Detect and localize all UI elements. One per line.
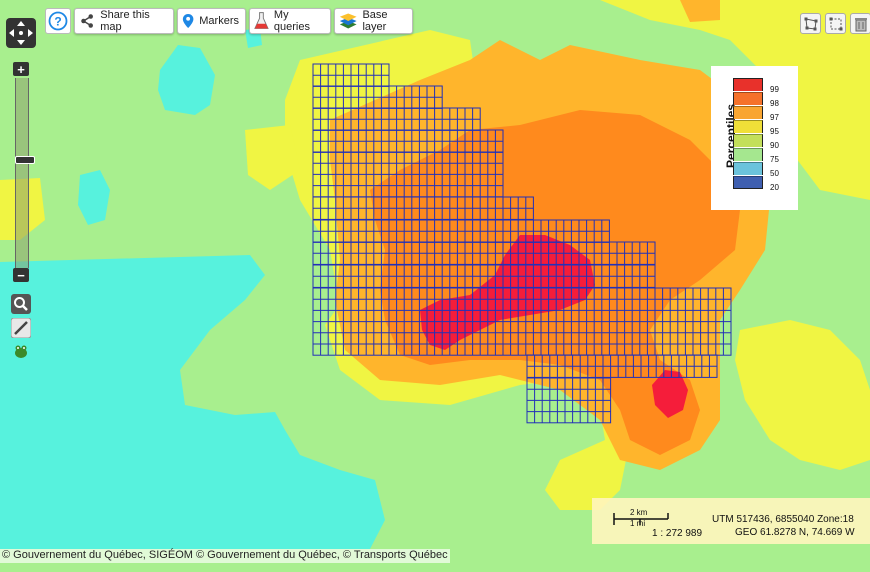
- base-layer-button[interactable]: Base layer: [334, 8, 413, 34]
- utm-coordinates: UTM 517436, 6855040 Zone:18: [712, 514, 854, 525]
- scale-ratio: 1 : 272 989: [652, 528, 703, 539]
- geo-coordinates: GEO 61.8278 N, 74.669 W: [735, 527, 855, 538]
- ruler-icon: [11, 318, 31, 338]
- scale-km-label: 2 km: [630, 508, 648, 517]
- legend-swatch-20: [733, 176, 763, 189]
- polygon-icon: [804, 17, 817, 30]
- legend-label-98: 98: [770, 99, 779, 108]
- legend-swatch-97: [733, 106, 763, 119]
- trash-icon: [854, 17, 867, 31]
- markers-label: Markers: [199, 15, 239, 27]
- layers-icon: [339, 13, 357, 29]
- delete-shape-button[interactable]: [850, 13, 870, 34]
- help-button[interactable]: ?: [45, 8, 71, 34]
- zoom-in-button[interactable]: +: [13, 62, 29, 76]
- share-icon: [81, 14, 93, 28]
- legend-swatch-99: [733, 78, 763, 91]
- legend-swatch-98: [733, 92, 763, 105]
- legend-label-97: 97: [770, 113, 779, 122]
- magnifier-icon: [11, 294, 31, 314]
- legend-label-99: 99: [770, 85, 779, 94]
- markers-button[interactable]: Markers: [177, 8, 246, 34]
- scale-coordinates-panel: 2 km 1 mi 1 : 272 989 UTM 517436, 685504…: [592, 498, 870, 544]
- map-pin-icon: [182, 13, 194, 29]
- legend-swatch-50: [733, 162, 763, 175]
- zoom-bar: + −: [13, 62, 35, 282]
- edit-shape-icon: [829, 17, 842, 30]
- base-layer-label: Base layer: [362, 9, 388, 33]
- legend-label-75: 75: [770, 155, 779, 164]
- edit-shape-button[interactable]: [825, 13, 846, 34]
- svg-text:?: ?: [54, 15, 61, 29]
- draw-polygon-button[interactable]: [800, 13, 821, 34]
- legend-label-20: 20: [770, 183, 779, 192]
- zoom-slider-track[interactable]: [15, 78, 35, 268]
- my-queries-button[interactable]: My queries: [249, 8, 331, 34]
- zoom-out-button[interactable]: −: [13, 268, 29, 282]
- pan-control[interactable]: [4, 16, 38, 50]
- map-attribution: © Gouvernement du Québec, SIGÉOM © Gouve…: [0, 549, 450, 563]
- zoom-box-tool[interactable]: [11, 294, 31, 314]
- my-queries-label: My queries: [273, 9, 310, 33]
- zoom-slider-handle[interactable]: [15, 156, 35, 164]
- legend-label-90: 90: [770, 141, 779, 150]
- legend-swatch-75: [733, 148, 763, 161]
- percentile-legend: Percentiles 99 98 97 95 90 75 50 20: [711, 66, 798, 210]
- legend-label-95: 95: [770, 127, 779, 136]
- legend-swatch-95: [733, 120, 763, 133]
- help-icon: ?: [48, 11, 68, 31]
- share-map-label: Share this map: [100, 9, 150, 33]
- measure-tool[interactable]: [11, 318, 31, 338]
- identify-tool[interactable]: [11, 342, 31, 362]
- share-map-button[interactable]: Share this map: [74, 8, 174, 34]
- scale-mi-label: 1 mi: [630, 519, 646, 528]
- frog-icon: [15, 345, 27, 358]
- legend-label-50: 50: [770, 169, 779, 178]
- legend-swatch-90: [733, 134, 763, 147]
- flask-icon: [254, 12, 269, 29]
